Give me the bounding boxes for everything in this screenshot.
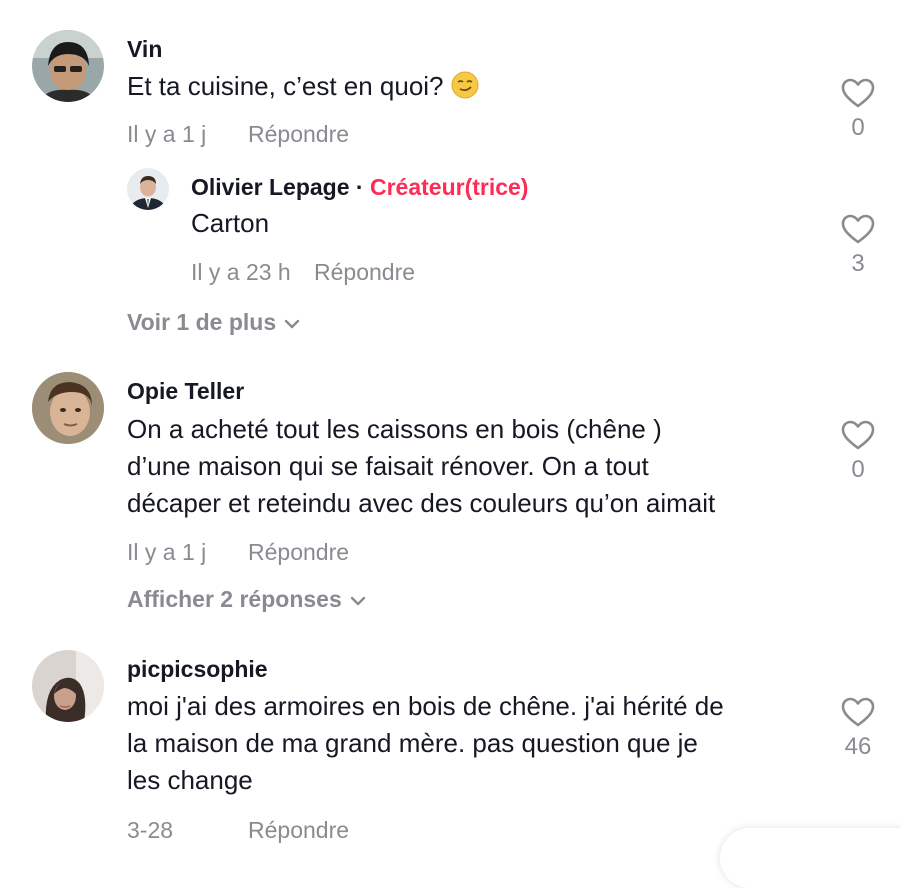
heart-icon	[828, 78, 888, 108]
smirking-face-icon	[451, 71, 479, 109]
comment-username[interactable]: Opie Teller	[127, 378, 244, 405]
like-button[interactable]: 46	[828, 697, 888, 761]
comment-text: moi j'ai des armoires en bois de chêne. …	[127, 691, 724, 795]
like-count: 0	[851, 114, 865, 141]
chevron-down-icon	[342, 586, 366, 612]
reply-text: Carton	[191, 208, 270, 238]
comment-timestamp: Il y a 1 j	[127, 121, 207, 147]
like-button[interactable]: 3	[828, 214, 888, 278]
chevron-down-icon	[276, 309, 300, 335]
comment-timestamp: 3-28	[127, 817, 174, 843]
avatar[interactable]	[32, 650, 104, 722]
comment-text: Et ta cuisine, c’est en quoi?	[127, 68, 479, 109]
reply-button[interactable]: Répondre	[314, 259, 415, 286]
comment-timestamp: Il y a 1 j	[127, 539, 207, 565]
reply-button[interactable]: Répondre	[248, 539, 349, 566]
heart-icon	[828, 214, 888, 244]
avatar[interactable]	[127, 168, 169, 210]
view-more-replies-button[interactable]: Voir 1 de plus	[127, 309, 300, 336]
like-button[interactable]: 0	[828, 78, 888, 142]
like-count: 3	[851, 250, 865, 277]
comment-input-bar-edge[interactable]	[720, 828, 900, 888]
comment-username[interactable]: picpicsophie	[127, 656, 268, 683]
reply-button[interactable]: Répondre	[248, 121, 349, 148]
like-button[interactable]: 0	[828, 420, 888, 484]
avatar[interactable]	[32, 372, 104, 444]
view-replies-button[interactable]: Afficher 2 réponses	[127, 586, 366, 613]
reply-username[interactable]: Olivier Lepage · Créateur(trice)	[191, 174, 528, 201]
like-count: 0	[851, 456, 865, 483]
reply-button[interactable]: Répondre	[248, 817, 349, 844]
like-count: 46	[844, 733, 872, 760]
comment-username[interactable]: Vin	[127, 36, 162, 63]
creator-badge: Créateur(trice)	[369, 174, 529, 200]
reply-timestamp: Il y a 23 h	[191, 259, 291, 285]
comment-text: On a acheté tout les caissons en bois (c…	[127, 414, 716, 518]
heart-icon	[828, 420, 888, 450]
heart-icon	[828, 697, 888, 727]
avatar[interactable]	[32, 30, 104, 102]
